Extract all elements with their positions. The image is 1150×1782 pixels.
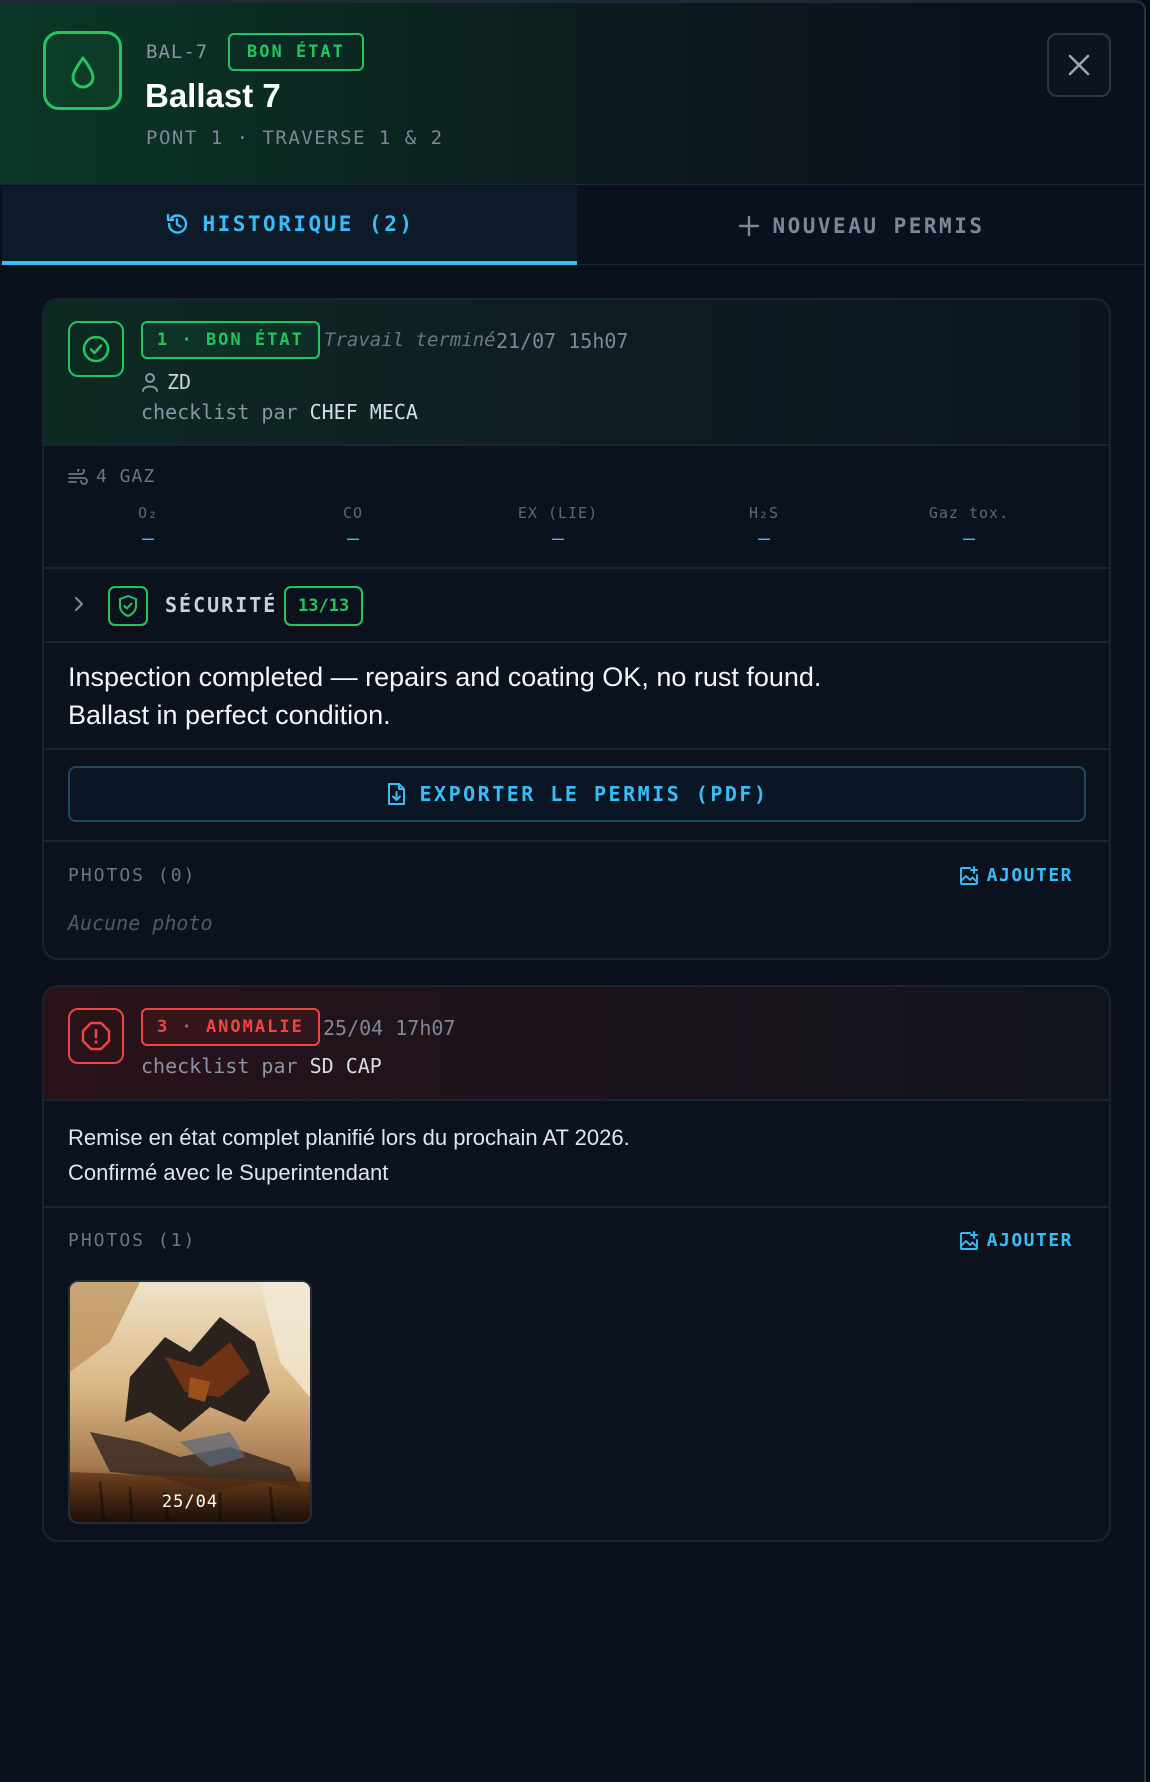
gas-title: 4 GAZ [68,466,155,487]
entry-date: 25/04 17h07 [323,1016,456,1040]
image-plus-icon [959,865,978,885]
photos-title: PHOTOS (1) [68,1230,197,1251]
gas-value: – [141,526,155,550]
tab-new-permit[interactable]: NOUVEAU PERMIS [577,186,1144,265]
add-photo-button[interactable]: AJOUTER [959,1230,1073,1251]
checklist-prefix: checklist par [141,1054,298,1078]
tab-history-label: HISTORIQUE (2) [202,211,415,236]
panel-header: BAL-7 BON ÉTAT Ballast 7 PONT 1 · TRAVER… [0,3,1144,185]
check-circle-icon [68,321,124,377]
gas-tox: Gaz tox. – [889,504,1049,550]
note-line: Remise en état complet planifié lors du … [68,1125,630,1150]
checklist-by: SD CAP [309,1054,382,1078]
entry-status-badge: 1 · BON ÉTAT [141,321,320,359]
history-entry-card: 3 · ANOMALIE 25/04 17h07 checklist par S… [42,985,1111,1542]
gas-label: EX (LIE) [517,504,599,522]
close-icon [1068,54,1090,76]
note-line: Ballast in perfect condition. [68,700,391,730]
export-pdf-button[interactable]: EXPORTER LE PERMIS (PDF) [68,766,1086,822]
gas-readings: 4 GAZ O₂ – CO – EX (LIE) – H₂S – Gaz tox… [44,446,1109,569]
gas-value: – [757,526,771,550]
gas-title-label: 4 GAZ [96,466,156,487]
entry-user: ZD [141,370,191,394]
image-plus-icon [959,1230,978,1250]
gas-value: – [962,526,976,550]
security-section[interactable]: SÉCURITÉ 13/13 [44,569,1109,643]
completed-label: Travail terminé [324,329,496,351]
close-button[interactable] [1047,33,1111,97]
entry-note: Inspection completed — repairs and coati… [68,658,1068,734]
add-photo-button[interactable]: AJOUTER [959,865,1073,886]
add-photo-label: AJOUTER [986,865,1073,886]
security-label: SÉCURITÉ [165,593,278,617]
entry-header: 3 · ANOMALIE 25/04 17h07 checklist par S… [44,987,1109,1101]
export-label: EXPORTER LE PERMIS (PDF) [419,782,769,806]
tab-new-permit-label: NOUVEAU PERMIS [772,213,985,238]
gas-label: O₂ [137,504,159,522]
divider [44,748,1109,750]
gas-value: – [551,526,565,550]
gas-co: CO – [273,504,433,550]
no-photo-text: Aucune photo [68,911,213,935]
page-title: Ballast 7 [145,77,281,114]
add-photo-label: AJOUTER [986,1230,1073,1251]
note-line: Inspection completed — repairs and coati… [68,662,822,692]
droplet-icon [43,31,122,110]
user-icon [142,373,158,392]
entry-status-badge: 3 · ANOMALIE [141,1008,320,1046]
gas-value: – [346,526,360,550]
tab-bar: HISTORIQUE (2) NOUVEAU PERMIS [0,186,1144,265]
status-badge: BON ÉTAT [228,33,364,71]
security-count-badge: 13/13 [284,586,364,626]
gas-ex: EX (LIE) – [478,504,638,550]
plus-icon [739,215,760,236]
chevron-right-icon [74,596,84,612]
gas-label: H₂S [748,504,780,522]
tab-history[interactable]: HISTORIQUE (2) [2,186,577,265]
gas-label: CO [342,504,364,522]
shield-check-icon [108,586,148,626]
checklist-prefix: checklist par [141,400,298,424]
divider [44,1206,1109,1208]
checklist-by: CHEF MECA [309,400,418,424]
entry-note: Remise en état complet planifié lors du … [68,1120,1068,1190]
note-line: Confirmé avec le Superintendant [68,1160,389,1185]
gas-o2: O₂ – [68,504,228,550]
photo-caption: 25/04 [70,1468,310,1522]
photo-thumbnail[interactable]: 25/04 [68,1280,312,1524]
alert-octagon-icon [68,1008,124,1064]
entry-date: 21/07 15h07 [496,329,629,353]
tank-location: PONT 1 · TRAVERSE 1 & 2 [146,127,444,149]
photos-title: PHOTOS (0) [68,865,197,886]
checklist-author: checklist par SD CAP [141,1054,382,1078]
entry-user-name: ZD [167,370,192,394]
tank-code: BAL-7 [146,41,209,63]
gas-h2s: H₂S – [684,504,844,550]
file-download-icon [387,783,405,805]
permit-panel: BAL-7 BON ÉTAT Ballast 7 PONT 1 · TRAVER… [0,0,1146,1782]
history-icon [167,213,188,234]
checklist-author: checklist par CHEF MECA [141,400,418,424]
history-entry-card: 1 · BON ÉTAT Travail terminé 21/07 15h07… [42,298,1111,960]
divider [44,840,1109,842]
wind-icon [68,468,88,485]
entry-header: 1 · BON ÉTAT Travail terminé 21/07 15h07… [44,300,1109,446]
gas-label: Gaz tox. [928,504,1010,522]
